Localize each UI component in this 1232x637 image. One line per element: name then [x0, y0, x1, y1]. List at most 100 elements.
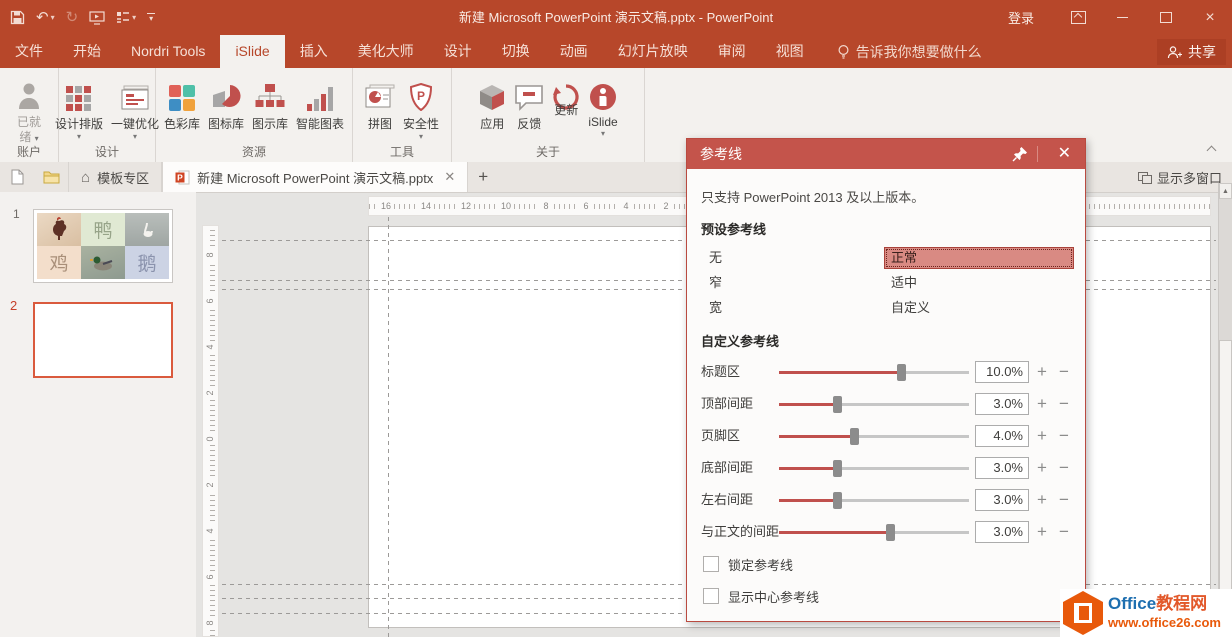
slider-value[interactable]: 4.0%: [975, 425, 1029, 447]
app-button[interactable]: 应用: [474, 73, 510, 132]
close-button[interactable]: ×: [1188, 0, 1232, 35]
slide1-thumbnail[interactable]: 鸭 鸡 鹅: [33, 209, 173, 283]
maximize-button[interactable]: [1144, 0, 1188, 35]
slider-value[interactable]: 10.0%: [975, 361, 1029, 383]
show-center-guides-checkbox[interactable]: [703, 588, 719, 604]
rooster-photo: [37, 213, 81, 246]
ribbon-tab[interactable]: 文件: [0, 35, 58, 68]
slider-value[interactable]: 3.0%: [975, 521, 1029, 543]
security-button[interactable]: P 安全性 ▾: [399, 73, 443, 141]
ribbon-tab[interactable]: 切换: [487, 35, 545, 68]
ribbon-tab[interactable]: 设计: [429, 35, 487, 68]
islide-button[interactable]: iSlide ▾: [584, 73, 621, 138]
ruler-number: 2: [659, 201, 673, 211]
office-logo-icon: [1063, 591, 1103, 635]
slide-pie-icon: [365, 75, 395, 113]
feedback-button[interactable]: 反馈: [510, 73, 548, 132]
preset-normal-selected[interactable]: 正常: [884, 247, 1074, 269]
sign-in-button[interactable]: 登录: [986, 8, 1056, 27]
preset-none[interactable]: 无: [709, 247, 722, 269]
preset-custom[interactable]: 自定义: [891, 297, 930, 319]
slider-track[interactable]: [779, 435, 969, 438]
preset-medium[interactable]: 适中: [891, 272, 917, 294]
powerpoint-window: ↶▾ ↻ ▾ ▾ 新建 Microsoft PowerPoint 演示文稿.pp…: [0, 0, 1232, 637]
ribbon-tab[interactable]: 幻灯片放映: [603, 35, 703, 68]
group-label-design: 设计: [59, 145, 155, 162]
diagram-library-button[interactable]: 图示库: [248, 73, 292, 132]
pin-icon[interactable]: [1011, 145, 1029, 163]
increase-button[interactable]: +: [1037, 521, 1047, 543]
slider-track[interactable]: [779, 403, 969, 406]
one-key-optimize-button[interactable]: 一键优化 ▾: [107, 73, 163, 141]
show-multiple-windows-button[interactable]: 显示多窗口: [1138, 162, 1222, 192]
template-zone-tab[interactable]: ⌂ 模板专区: [68, 162, 162, 192]
slide1-number: 1: [13, 207, 20, 221]
watermark: Office教程网 www.office26.com: [1060, 589, 1232, 637]
new-tab-button[interactable]: +: [468, 162, 498, 192]
tell-me-box[interactable]: 告诉我你想要做什么: [837, 35, 982, 68]
ribbon-tab[interactable]: 美化大师: [343, 35, 429, 68]
decrease-button[interactable]: −: [1059, 361, 1069, 383]
slider-track[interactable]: [779, 531, 969, 534]
update-button[interactable]: 更新: [548, 73, 584, 118]
minimize-button[interactable]: [1100, 0, 1144, 35]
preset-wide[interactable]: 宽: [709, 297, 722, 319]
slider-thumb[interactable]: [833, 396, 842, 413]
design-layout-button[interactable]: 设计排版 ▾: [51, 73, 107, 141]
dialog-title: 参考线: [700, 139, 742, 169]
ribbon-tab[interactable]: 视图: [761, 35, 819, 68]
slider-thumb[interactable]: [850, 428, 859, 445]
decrease-button[interactable]: −: [1059, 489, 1069, 511]
slider-thumb[interactable]: [833, 492, 842, 509]
ribbon-tab[interactable]: 插入: [285, 35, 343, 68]
scrollbar-thumb[interactable]: [1219, 340, 1232, 630]
slider-thumb[interactable]: [886, 524, 895, 541]
increase-button[interactable]: +: [1037, 393, 1047, 415]
increase-button[interactable]: +: [1037, 489, 1047, 511]
ribbon-tab[interactable]: 审阅: [703, 35, 761, 68]
slider-track[interactable]: [779, 371, 969, 374]
slider-label: 与正文的间距: [701, 521, 779, 543]
scroll-up-arrow[interactable]: ▲: [1219, 183, 1232, 199]
decrease-button[interactable]: −: [1059, 457, 1069, 479]
slider-track[interactable]: [779, 499, 969, 502]
slide2-thumbnail-selected[interactable]: [33, 302, 173, 378]
increase-button[interactable]: +: [1037, 361, 1047, 383]
duck-photo: [81, 246, 125, 279]
document-tab[interactable]: P 新建 Microsoft PowerPoint 演示文稿.pptx ✕: [162, 162, 468, 192]
decrease-button[interactable]: −: [1059, 393, 1069, 415]
preset-narrow[interactable]: 窄: [709, 272, 722, 294]
ribbon-tab[interactable]: Nordri Tools: [116, 35, 220, 68]
slider-track[interactable]: [779, 467, 969, 470]
close-tab-icon[interactable]: ✕: [444, 169, 455, 185]
slider-row-footer-area: 页脚区 4.0% + −: [687, 425, 1085, 447]
icon-library-button[interactable]: 图标库: [204, 73, 248, 132]
color-library-button[interactable]: 色彩库: [160, 73, 204, 132]
share-button[interactable]: 共享: [1157, 39, 1226, 65]
slider-value[interactable]: 3.0%: [975, 393, 1029, 415]
open-folder-icon[interactable]: [34, 162, 68, 192]
lock-guides-checkbox[interactable]: [703, 556, 719, 572]
decrease-button[interactable]: −: [1059, 425, 1069, 447]
vertical-scrollbar[interactable]: ▲: [1218, 183, 1232, 637]
increase-button[interactable]: +: [1037, 457, 1047, 479]
collapse-ribbon-icon[interactable]: [1207, 144, 1216, 153]
puzzle-button[interactable]: 拼图: [361, 73, 399, 132]
ribbon-tab[interactable]: 动画: [545, 35, 603, 68]
ribbon-tab[interactable]: 开始: [58, 35, 116, 68]
slider-thumb[interactable]: [833, 460, 842, 477]
smart-chart-button[interactable]: 智能图表: [292, 73, 348, 132]
ruler-number: 8: [205, 617, 217, 629]
slider-thumb[interactable]: [897, 364, 906, 381]
slider-value[interactable]: 3.0%: [975, 489, 1029, 511]
group-label-about: 关于: [452, 145, 644, 162]
vertical-guide-line[interactable]: [388, 217, 389, 637]
ribbon-display-options-icon[interactable]: [1056, 0, 1100, 35]
new-file-icon[interactable]: [0, 162, 34, 192]
ribbon-tab[interactable]: iSlide: [220, 35, 284, 68]
decrease-button[interactable]: −: [1059, 521, 1069, 543]
dialog-close-icon[interactable]: ✕: [1058, 139, 1071, 169]
account-ready-button[interactable]: 已就绪 ▾: [10, 73, 48, 145]
increase-button[interactable]: +: [1037, 425, 1047, 447]
slider-value[interactable]: 3.0%: [975, 457, 1029, 479]
